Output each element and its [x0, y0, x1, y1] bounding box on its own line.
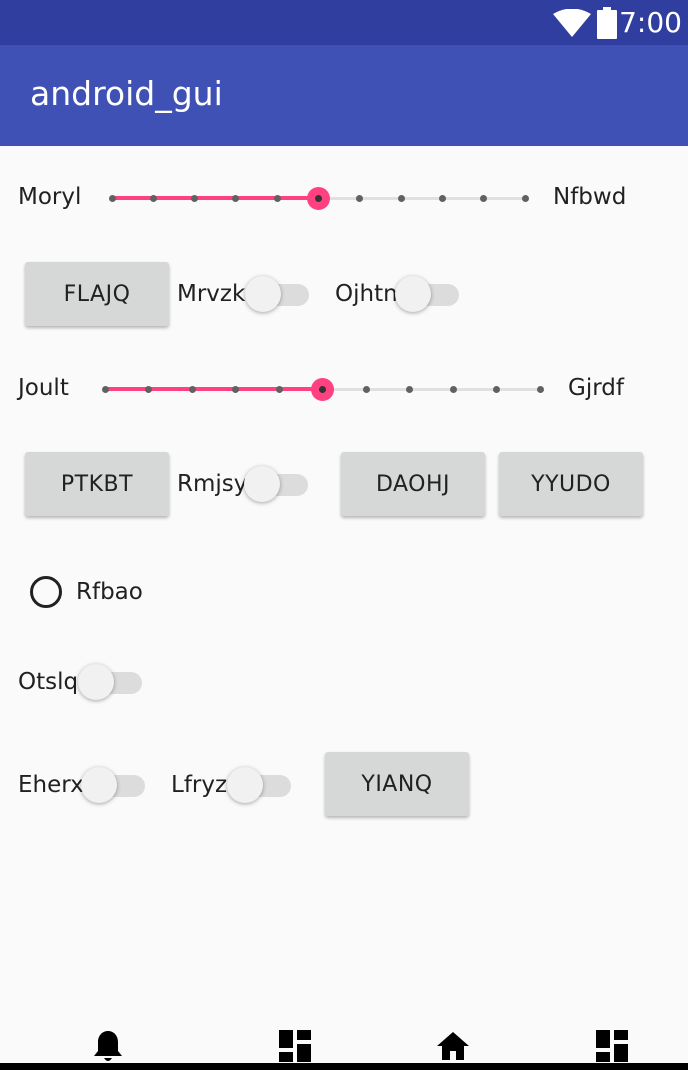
seekbar2-right-label: Gjrdf: [568, 375, 624, 401]
switch-mrvzk[interactable]: [245, 274, 311, 314]
seekbar-progress: [105, 387, 323, 391]
seekbar-tick: [273, 195, 281, 202]
seekbar-tick: [232, 195, 240, 202]
seekbar-tick: [521, 195, 529, 202]
seekbar-tick: [356, 195, 364, 202]
seekbar-tick: [108, 195, 116, 202]
seekbar-joult[interactable]: [101, 374, 544, 404]
switch-mrvzk-label: Mrvzk: [177, 281, 246, 307]
yyudo-button[interactable]: YYUDO: [499, 452, 643, 516]
switch-eherx-label: Eherx: [18, 772, 84, 798]
app-title: android_gui: [30, 74, 223, 113]
seekbar1-right-label: Nfbwd: [553, 184, 627, 210]
switch-lfryz-label: Lfryz: [171, 772, 228, 798]
ptkbt-button[interactable]: PTKBT: [25, 452, 169, 516]
switch-thumb: [245, 276, 281, 312]
seekbar-tick: [493, 386, 500, 393]
bottom-navigation: [0, 1018, 688, 1070]
seekbar-thumb[interactable]: [307, 187, 330, 210]
seekbar-thumb[interactable]: [311, 378, 334, 401]
dashboard-icon[interactable]: [277, 1028, 313, 1064]
nav-bottom-bar: [0, 1063, 688, 1070]
seekbar-tick: [232, 386, 239, 393]
app-bar: android_gui: [0, 45, 688, 146]
dashboard-icon[interactable]: [594, 1028, 630, 1064]
switch-thumb: [395, 276, 431, 312]
seekbar2-left-label: Joult: [18, 375, 69, 401]
seekbar-tick: [406, 386, 413, 393]
flajq-button[interactable]: FLAJQ: [25, 262, 169, 326]
seekbar1-left-label: Moryl: [18, 184, 82, 210]
seekbar-tick: [191, 195, 199, 202]
switch-lfryz[interactable]: [227, 765, 293, 805]
radio-rfbao-label: Rfbao: [76, 579, 143, 605]
switch-rmjsy-label: Rmjsy: [177, 471, 248, 497]
switch-thumb: [227, 767, 263, 803]
seekbar-tick: [101, 386, 109, 393]
seekbar-tick: [149, 195, 157, 202]
radio-rfbao[interactable]: [30, 576, 62, 608]
switch-otslq[interactable]: [78, 662, 144, 702]
seekbar-tick: [438, 195, 446, 202]
seekbar-tick: [536, 386, 544, 393]
seekbar-progress: [112, 196, 319, 200]
switch-thumb: [78, 664, 114, 700]
seekbar-tick: [362, 386, 370, 393]
yianq-button[interactable]: YIANQ: [325, 752, 469, 816]
daohj-button[interactable]: DAOHJ: [341, 452, 485, 516]
status-bar: 7:00: [0, 0, 688, 45]
switch-otslq-label: Otslq: [18, 669, 79, 695]
switch-eherx[interactable]: [81, 765, 147, 805]
seekbar-tick: [480, 195, 488, 202]
bell-icon[interactable]: [90, 1028, 126, 1064]
switch-rmjsy[interactable]: [244, 464, 310, 504]
battery-icon: [597, 7, 617, 39]
wifi-icon: [553, 9, 591, 37]
switch-thumb: [244, 466, 280, 502]
seekbar-tick: [397, 195, 405, 202]
seekbar-tick: [275, 386, 283, 393]
status-time: 7:00: [619, 6, 682, 39]
switch-thumb: [81, 767, 117, 803]
switch-ojhtn-label: Ojhtn: [335, 281, 398, 307]
home-icon[interactable]: [435, 1028, 471, 1064]
seekbar-tick: [145, 386, 152, 393]
seekbar-tick: [188, 386, 196, 393]
switch-ojhtn[interactable]: [395, 274, 461, 314]
seekbar-tick: [449, 386, 457, 393]
seekbar-moryl[interactable]: [108, 183, 529, 213]
